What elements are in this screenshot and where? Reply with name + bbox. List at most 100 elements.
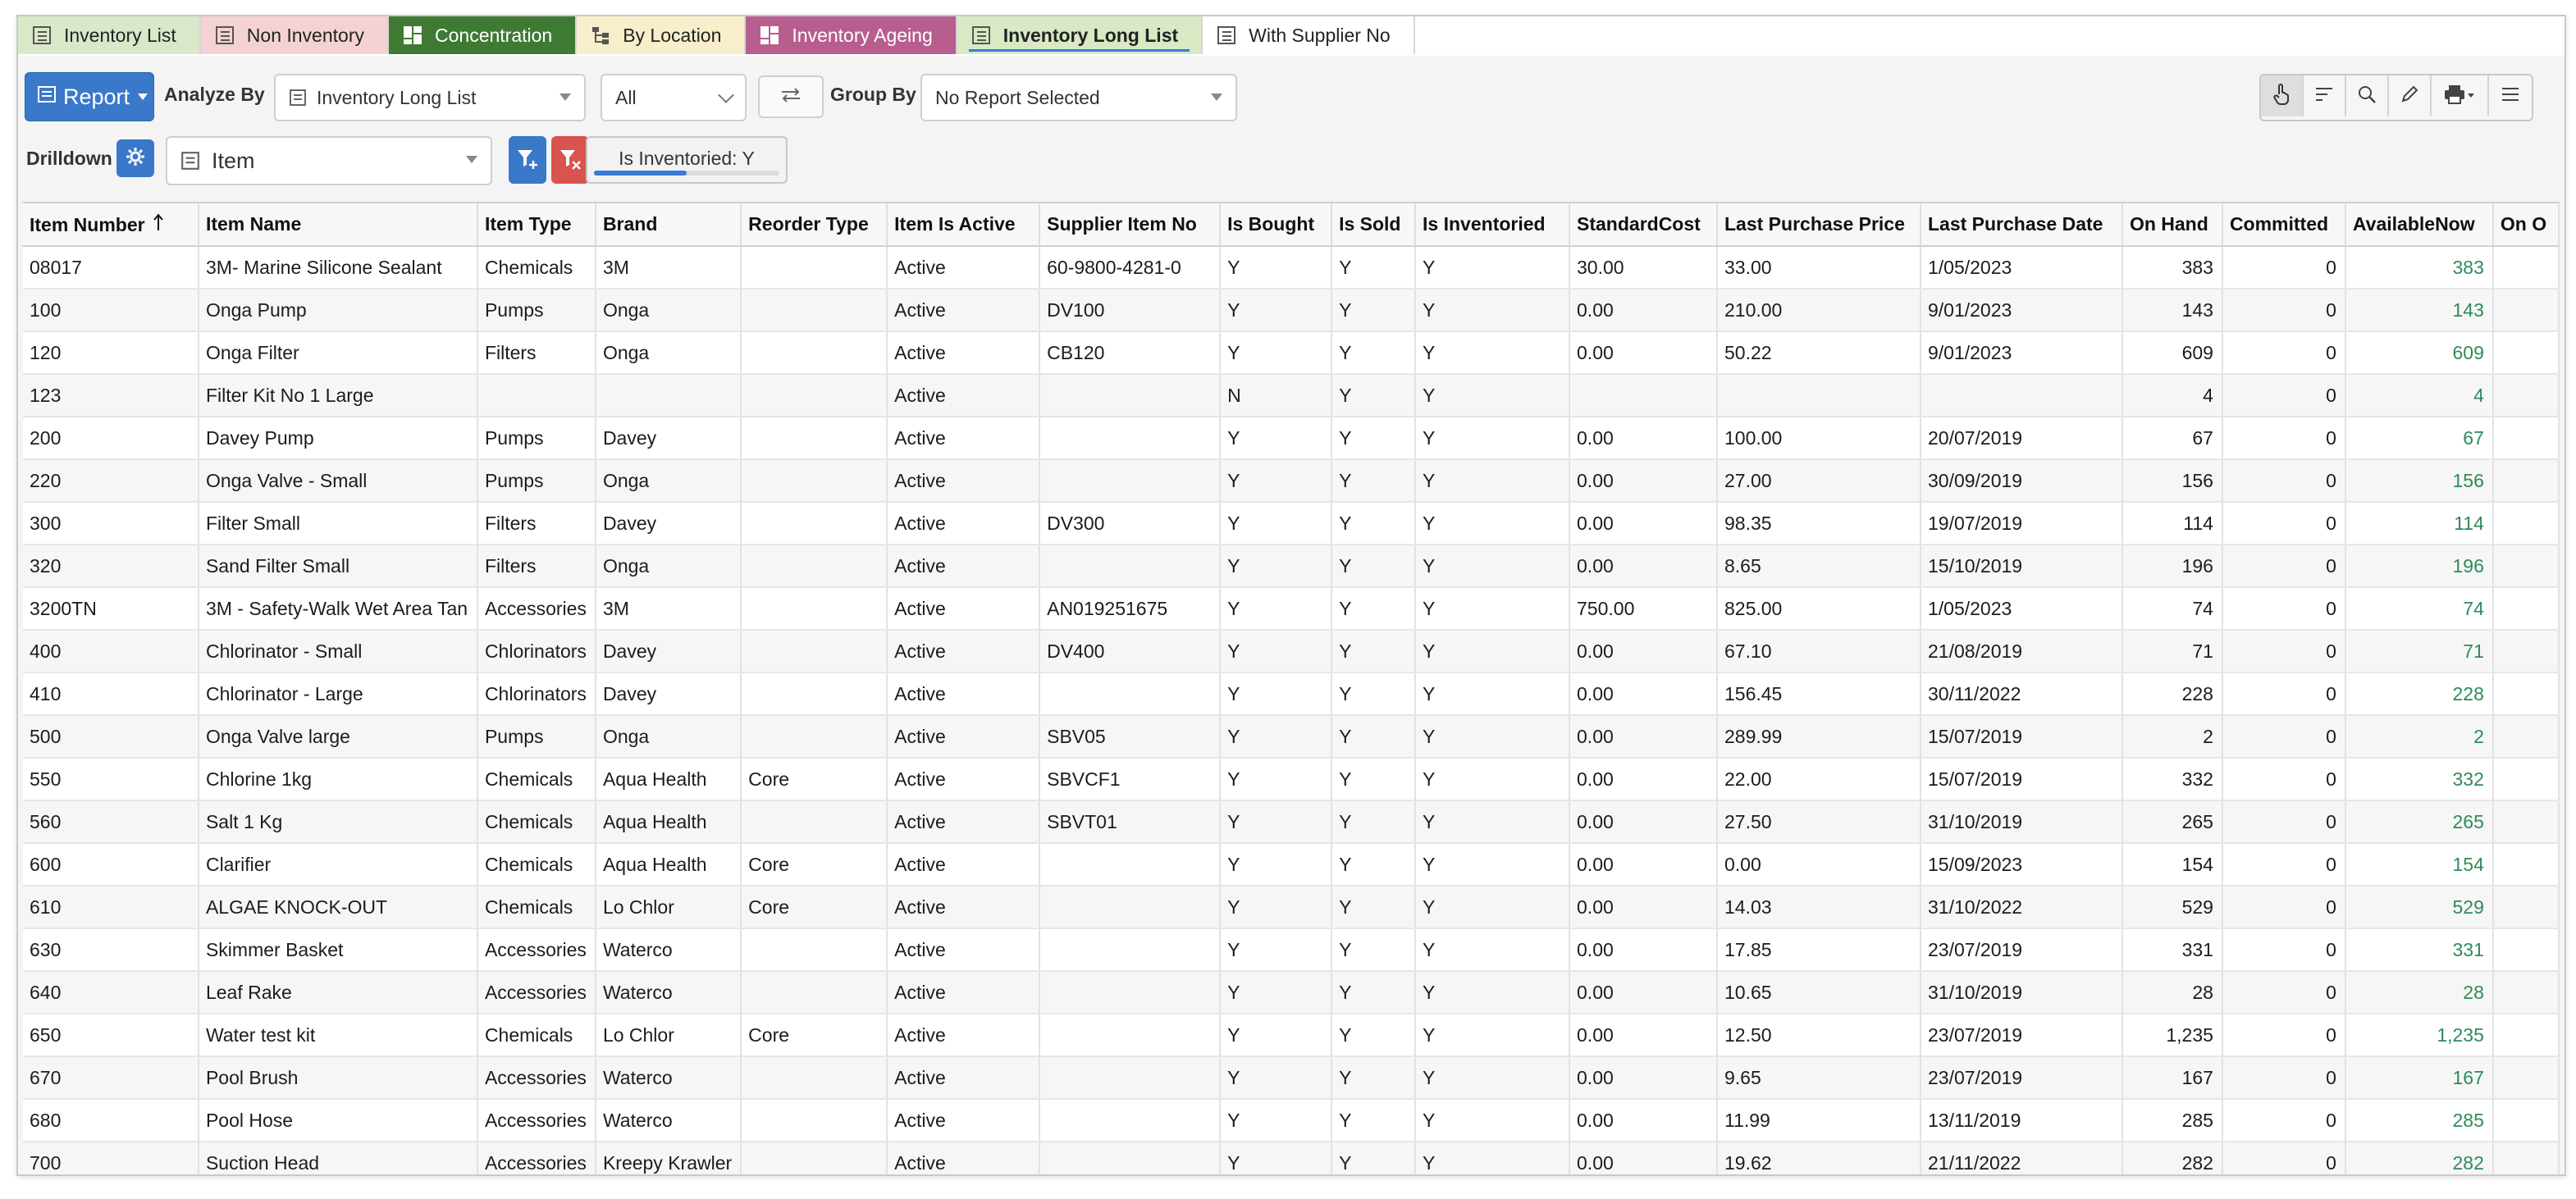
column-header[interactable]: Item Number (23, 203, 199, 247)
table-row[interactable]: 200 Davey Pump Pumps Davey Active Y Y Y 0.00 100.… (23, 417, 2560, 460)
table-cell: Y (1331, 758, 1417, 801)
table-row[interactable]: 550 Chlorine 1kg Chemicals Aqua Health Core A… (23, 758, 2560, 801)
table-cell (1039, 1056, 1222, 1100)
column-header[interactable]: On O (2492, 203, 2560, 247)
table-cell: Chemicals (477, 843, 596, 887)
table-cell: Filters (477, 502, 596, 545)
clear-filter-button[interactable] (551, 136, 589, 184)
table-cell: 0.00 (1569, 715, 1718, 759)
drilldown-settings-button[interactable] (116, 139, 154, 177)
table-row[interactable]: 630 Skimmer Basket Accessories Waterco Activ… (23, 928, 2560, 972)
swap-button[interactable] (758, 75, 824, 118)
menu-button[interactable] (2489, 75, 2532, 116)
table-cell: Y (1415, 289, 1571, 332)
column-header[interactable]: Committed (2222, 203, 2346, 247)
column-header[interactable]: Supplier Item No (1039, 203, 1222, 247)
sort-button[interactable] (2304, 75, 2346, 116)
search-button[interactable] (2346, 75, 2389, 116)
table-row[interactable]: 600 Clarifier Chemicals Aqua Health Core Acti… (23, 843, 2560, 887)
column-header[interactable]: Is Sold (1331, 203, 1417, 247)
table-row[interactable]: 08017 3M- Marine Silicone Sealant Chemical… (23, 246, 2560, 289)
table-cell: Chlorine 1kg (198, 758, 478, 801)
column-header[interactable]: Is Inventoried (1415, 203, 1571, 247)
table-cell: Y (1331, 417, 1417, 460)
column-header[interactable]: On Hand (2122, 203, 2223, 247)
tab-with-supplier-no[interactable]: With Supplier No (1203, 16, 1415, 54)
table-cell: 167 (2345, 1056, 2494, 1100)
table-cell: Chemicals (477, 246, 596, 289)
table-cell: Y (1331, 1014, 1417, 1057)
column-header[interactable]: Last Purchase Date (1920, 203, 2123, 247)
column-header[interactable]: Item Name (198, 203, 478, 247)
table-cell: 220 (23, 459, 199, 503)
table-cell: Core (741, 758, 888, 801)
column-header[interactable]: Last Purchase Price (1717, 203, 1921, 247)
print-button[interactable] (2432, 75, 2489, 116)
table-cell: 23/07/2019 (1920, 928, 2123, 972)
table-row[interactable]: 560 Salt 1 Kg Chemicals Aqua Health Active SB… (23, 800, 2560, 844)
tab-label: Non Inventory (246, 24, 364, 46)
analyze-by-label: Analyze By (164, 84, 265, 105)
tab-inventory-list[interactable]: Inventory List (18, 16, 201, 54)
column-header[interactable]: Is Bought (1220, 203, 1333, 247)
table-row[interactable]: 320 Sand Filter Small Filters Onga Active Y Y Y… (23, 545, 2560, 588)
table-row[interactable]: 700 Suction Head Accessories Kreepy Krawler… (23, 1142, 2560, 1174)
group-by-select[interactable]: No Report Selected (920, 74, 1237, 121)
table-row[interactable]: 100 Onga Pump Pumps Onga Active DV100 Y Y Y 0.00 2… (23, 289, 2560, 332)
filter-chip-is-inventoried[interactable]: Is Inventoried: Y (586, 136, 788, 184)
table-cell: 670 (23, 1056, 199, 1100)
table-cell: Y (1415, 459, 1571, 503)
period-select[interactable]: All (601, 74, 747, 121)
table-cell: Davey (595, 672, 742, 716)
table-cell: 0 (2222, 374, 2346, 417)
table-row[interactable]: 610 ALGAE KNOCK-OUT Chemicals Lo Chlor Core A… (23, 886, 2560, 929)
table-cell: Onga (595, 459, 742, 503)
add-filter-button[interactable] (509, 136, 546, 184)
tab-concentration[interactable]: Concentration (389, 16, 578, 54)
table-row[interactable]: 670 Pool Brush Accessories Waterco Active Y Y Y… (23, 1056, 2560, 1100)
report-button[interactable]: Report (25, 72, 154, 121)
table-row[interactable]: 500 Onga Valve large Pumps Onga Active SBV05 Y… (23, 715, 2560, 759)
table-cell: 30/11/2022 (1920, 672, 2123, 716)
table-cell (741, 417, 888, 460)
table-row[interactable]: 220 Onga Valve - Small Pumps Onga Active Y Y Y 0… (23, 459, 2560, 503)
table-row[interactable]: 300 Filter Small Filters Davey Active DV300 Y Y… (23, 502, 2560, 545)
drilldown-select[interactable]: Item (166, 136, 492, 185)
tab-inventory-ageing[interactable]: Inventory Ageing (746, 16, 957, 54)
filter-clear-icon (558, 146, 582, 175)
tab-non-inventory[interactable]: Non Inventory (200, 16, 389, 54)
column-header[interactable]: StandardCost (1569, 203, 1718, 247)
table-row[interactable]: 410 Chlorinator - Large Chlorinators Davey A… (23, 672, 2560, 716)
analyze-by-value: Inventory Long List (317, 86, 477, 108)
table-row[interactable]: 680 Pool Hose Accessories Waterco Active Y Y Y 0… (23, 1099, 2560, 1142)
table-row[interactable]: 400 Chlorinator - Small Chlorinators Davey A… (23, 630, 2560, 673)
grid-icon (402, 25, 423, 46)
tab-inventory-long-list[interactable]: Inventory Long List (957, 16, 1204, 54)
analyze-by-select[interactable]: Inventory Long List (274, 74, 586, 121)
table-cell: 33.00 (1717, 246, 1921, 289)
table-cell: Filters (477, 331, 596, 375)
table-cell: 529 (2122, 886, 2223, 929)
touch-mode-button[interactable] (2261, 75, 2304, 116)
edit-button[interactable] (2389, 75, 2432, 116)
table-cell: Active (887, 246, 1041, 289)
table-cell (2492, 1014, 2560, 1057)
table-row[interactable]: 650 Water test kit Chemicals Lo Chlor Core Ac… (23, 1014, 2560, 1057)
table-cell: 19.62 (1717, 1142, 1921, 1174)
table-cell: Active (887, 800, 1041, 844)
column-header[interactable]: AvailableNow (2345, 203, 2494, 247)
table-row[interactable]: 123 Filter Kit No 1 Large Active N Y Y 4 0 4 (23, 374, 2560, 417)
column-header[interactable]: Item Type (477, 203, 596, 247)
table-row[interactable]: 640 Leaf Rake Accessories Waterco Active Y Y Y 0… (23, 971, 2560, 1014)
table-row[interactable]: 3200TN 3M - Safety-Walk Wet Area Tan Acces… (23, 587, 2560, 631)
table-cell: 0.00 (1569, 672, 1718, 716)
table-cell: Filter Kit No 1 Large (198, 374, 478, 417)
tab-by-location[interactable]: By Location (577, 16, 747, 54)
table-cell: DV400 (1039, 630, 1222, 673)
column-header[interactable]: Reorder Type (741, 203, 888, 247)
pencil-icon (2400, 84, 2419, 108)
table-cell: 0 (2222, 1142, 2346, 1174)
column-header[interactable]: Item Is Active (887, 203, 1041, 247)
column-header[interactable]: Brand (595, 203, 742, 247)
table-row[interactable]: 120 Onga Filter Filters Onga Active CB120 Y Y Y 0… (23, 331, 2560, 375)
